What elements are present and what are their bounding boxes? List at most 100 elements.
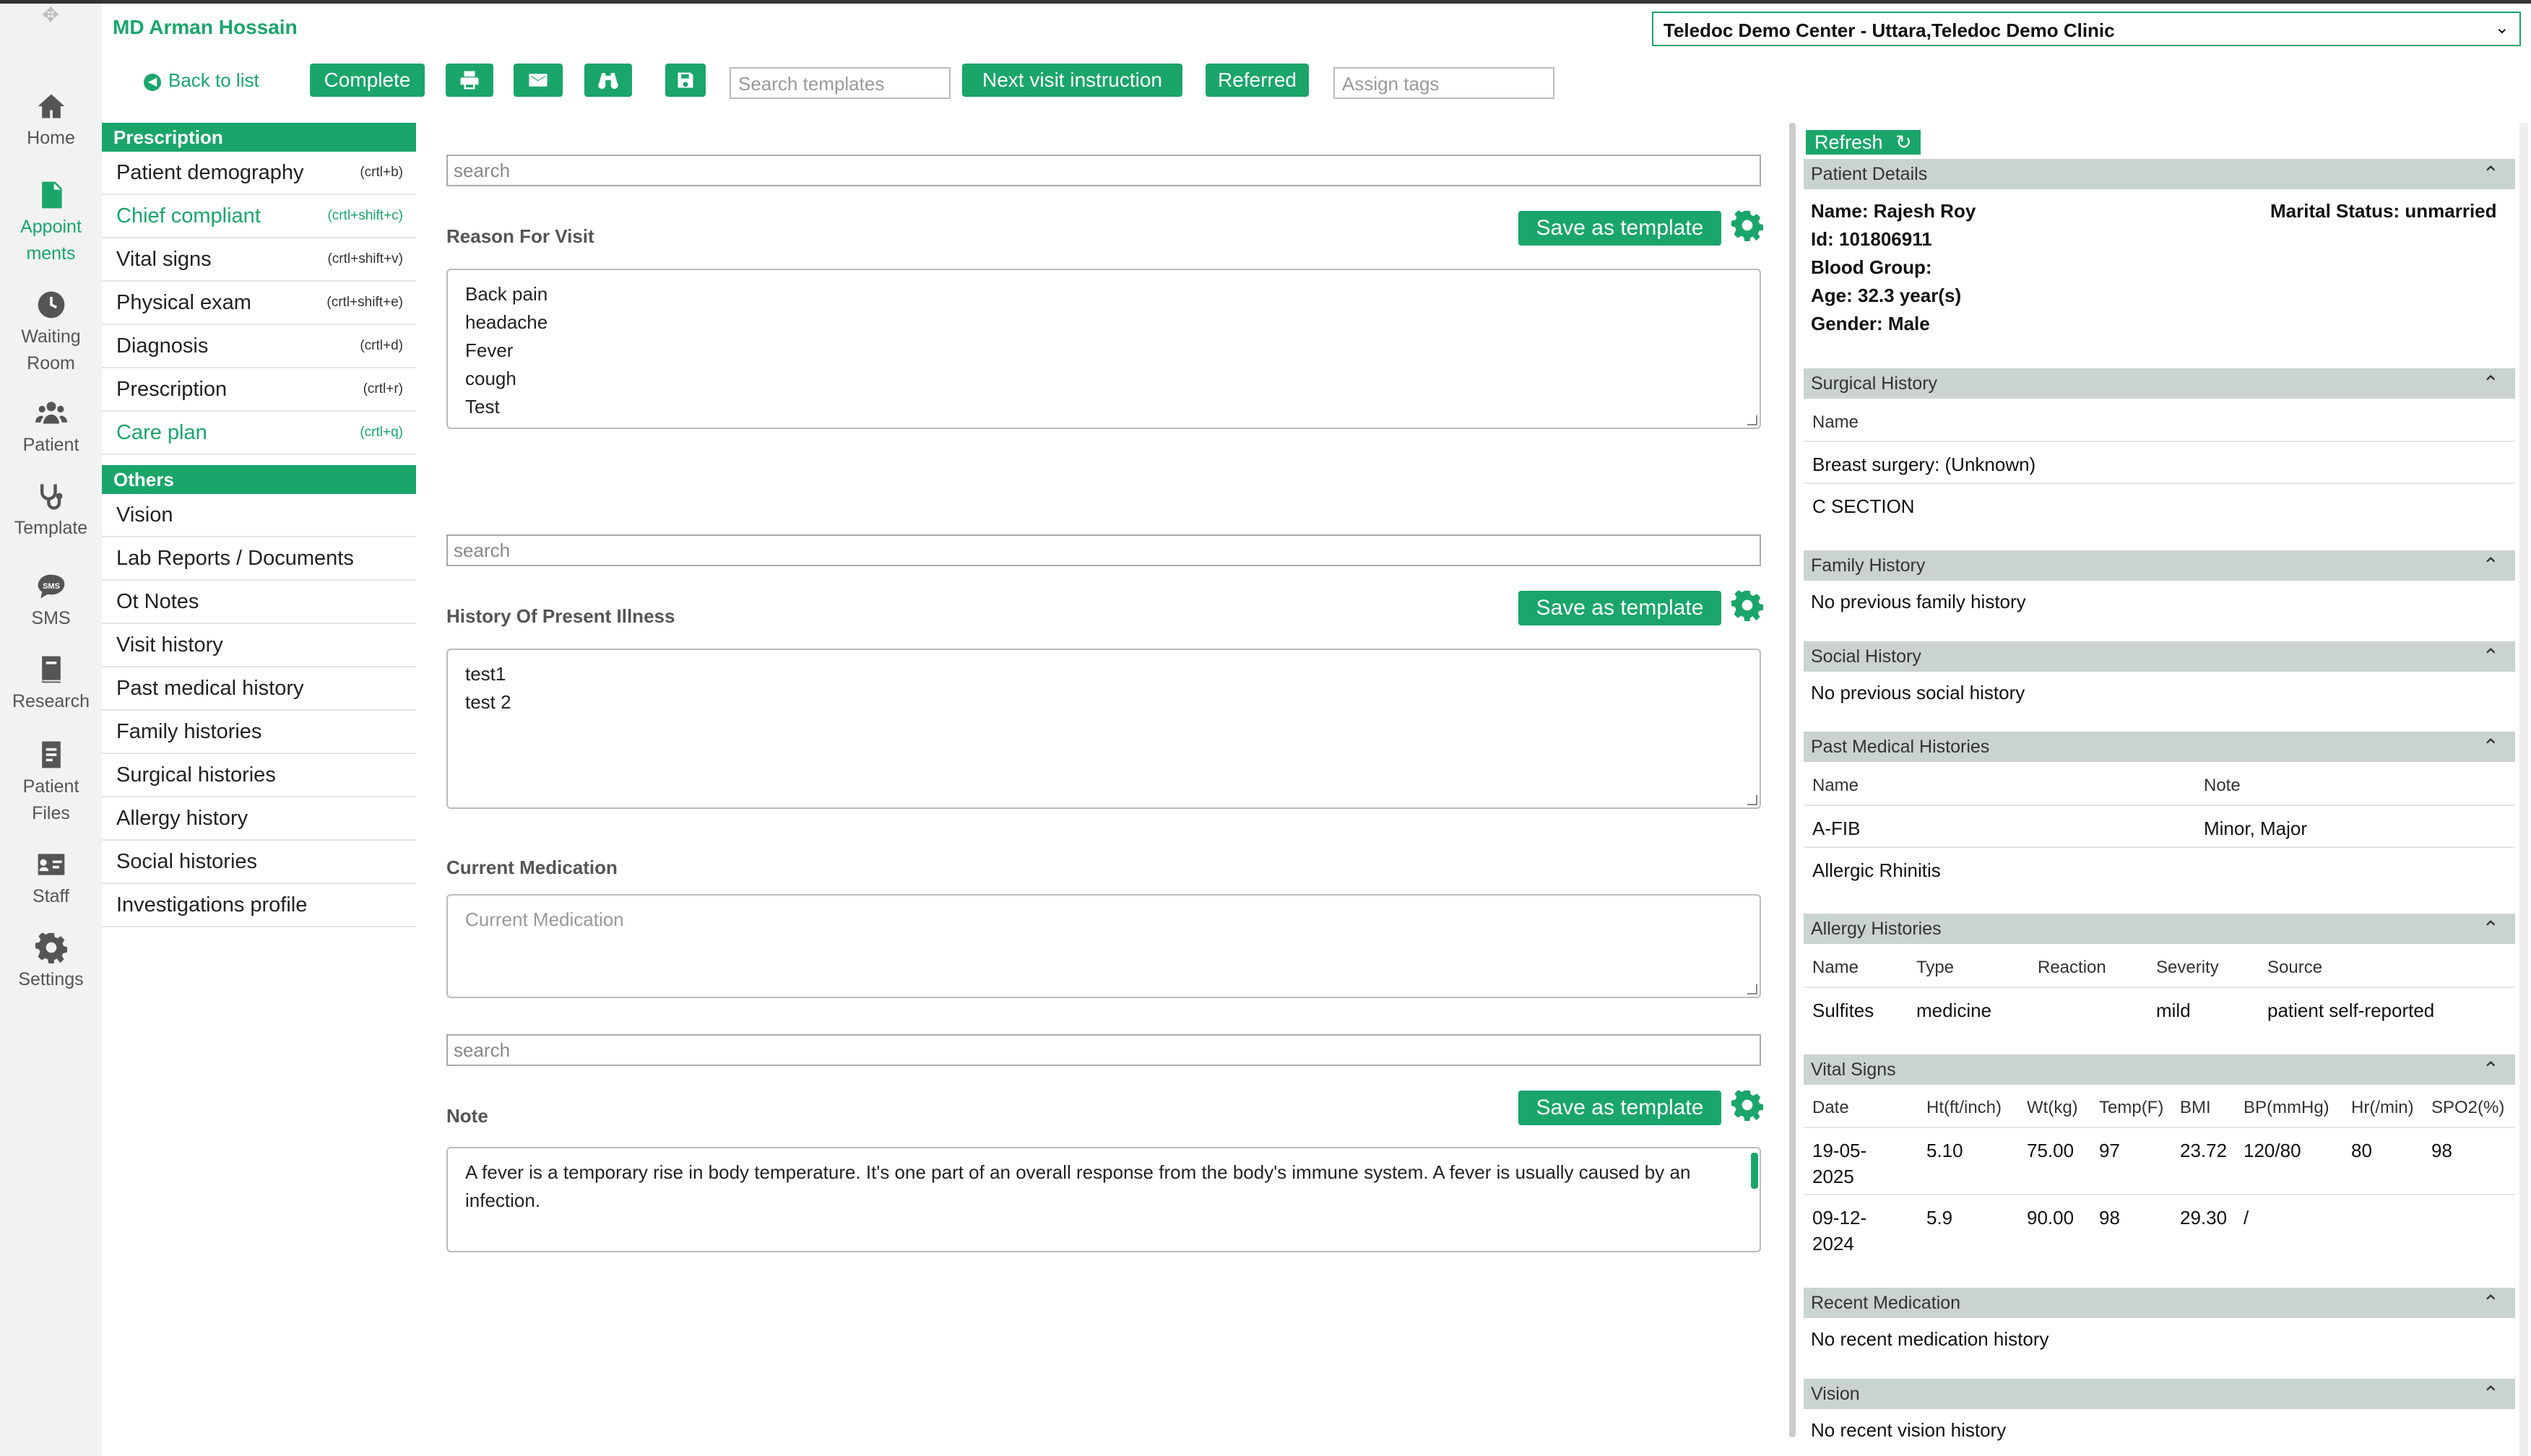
nav-item-chief-compliant[interactable]: Chief compliant (crtl+shift+c) — [102, 195, 416, 238]
nav-item-shortcut: (crtl+shift+e) — [326, 295, 403, 310]
reason-settings-button[interactable] — [1731, 209, 1763, 241]
nav-item-investigations-profile[interactable]: Investigations profile — [102, 884, 416, 927]
nav-item-allergy-history[interactable]: Allergy history — [102, 797, 416, 841]
note-settings-button[interactable] — [1731, 1089, 1763, 1121]
rail-item-patient-files[interactable]: Patient Files — [0, 739, 102, 827]
reason-save-template-button[interactable]: Save as template — [1518, 211, 1721, 246]
refresh-icon: ↻ — [1895, 131, 1912, 153]
toolbar: ◀ Back to list Complete Search templates … — [0, 64, 1589, 100]
surgical-history-header[interactable]: Surgical History ⌃ — [1804, 368, 2515, 399]
rail-item-template[interactable]: Template — [0, 480, 102, 542]
current-medication-textarea[interactable]: Current Medication — [446, 894, 1761, 998]
chevron-up-icon[interactable]: ⌃ — [2483, 550, 2499, 581]
chevron-up-icon[interactable]: ⌃ — [2483, 914, 2499, 944]
save-button[interactable] — [665, 64, 706, 97]
vital-signs-header-label: Vital Signs — [1811, 1060, 1896, 1080]
reason-search-input[interactable]: search — [446, 155, 1761, 186]
nav-item-prescription[interactable]: Prescription (crtl+r) — [102, 368, 416, 412]
search-templates-input[interactable]: Search templates — [730, 67, 951, 99]
complete-button[interactable]: Complete — [310, 64, 425, 97]
vitals-date: 09-12- — [1812, 1207, 1867, 1228]
nav-item-vital-signs[interactable]: Vital signs (crtl+shift+v) — [102, 238, 416, 282]
window-top-border — [0, 0, 2531, 4]
patient-marital-status: Marital Status: unmarried — [2270, 200, 2497, 222]
nav-item-label: Chief compliant — [116, 204, 261, 228]
past-medical-header[interactable]: Past Medical Histories ⌃ — [1804, 732, 2515, 762]
back-to-list-label: Back to list — [168, 69, 259, 91]
surgical-col-name: Name — [1812, 412, 1859, 432]
note-title: Note — [446, 1105, 488, 1127]
nav-item-family-histories[interactable]: Family histories — [102, 711, 416, 754]
rail-item-staff[interactable]: Staff — [0, 849, 102, 910]
rail-item-patient[interactable]: Patient — [0, 397, 102, 459]
email-button[interactable] — [514, 64, 563, 97]
hpi-save-template-button[interactable]: Save as template — [1518, 591, 1721, 625]
nav-item-label: Prescription — [116, 378, 228, 401]
rail-item-appoint-ments[interactable]: Appoint ments — [0, 179, 102, 267]
right-panel-scrollbar[interactable] — [2519, 123, 2528, 1456]
hpi-search-input[interactable]: search — [446, 534, 1761, 566]
chevron-up-icon[interactable]: ⌃ — [2483, 1288, 2499, 1318]
hpi-settings-button[interactable] — [1731, 589, 1763, 621]
social-history-header[interactable]: Social History ⌃ — [1804, 641, 2515, 672]
rail-item-sms[interactable]: SMS SMS — [0, 571, 102, 632]
rail-item-settings[interactable]: Settings — [0, 932, 102, 993]
hpi-textarea[interactable]: test1 test 2 — [446, 649, 1761, 809]
nav-item-physical-exam[interactable]: Physical exam (crtl+shift+e) — [102, 282, 416, 325]
nav-item-diagnosis[interactable]: Diagnosis (crtl+d) — [102, 325, 416, 368]
nav-item-shortcut: (crtl+shift+c) — [327, 208, 403, 223]
row-divider — [1804, 1127, 2515, 1128]
nav-item-care-plan[interactable]: Care plan (crtl+q) — [102, 412, 416, 455]
resize-handle[interactable] — [1747, 984, 1757, 994]
note-scrollbar[interactable] — [1751, 1153, 1758, 1189]
binoculars-button[interactable] — [584, 64, 632, 97]
note-save-template-button[interactable]: Save as template — [1518, 1091, 1721, 1125]
allergy-col: Severity — [2156, 958, 2219, 977]
recent-medication-header[interactable]: Recent Medication ⌃ — [1804, 1288, 2515, 1318]
reason-line: Back pain — [465, 283, 548, 305]
vitals-cell: 5.10 — [1926, 1140, 1963, 1161]
recent-medication-text: No recent medication history — [1811, 1328, 2049, 1350]
nav-item-past-medical-history[interactable]: Past medical history — [102, 667, 416, 711]
vital-signs-header[interactable]: Vital Signs ⌃ — [1804, 1054, 2515, 1085]
refresh-button[interactable]: Refresh ↻ — [1806, 130, 1921, 155]
chevron-up-icon[interactable]: ⌃ — [2483, 1379, 2499, 1409]
assign-tags-input[interactable]: Assign tags — [1333, 67, 1554, 99]
rail-item-waiting-room[interactable]: Waiting Room — [0, 289, 102, 377]
nav-item-social-histories[interactable]: Social histories — [102, 841, 416, 884]
allergy-histories-header[interactable]: Allergy Histories ⌃ — [1804, 914, 2515, 944]
nav-item-surgical-histories[interactable]: Surgical histories — [102, 754, 416, 797]
row-divider — [1804, 987, 2515, 988]
note-textarea[interactable]: A fever is a temporary rise in body temp… — [446, 1147, 1761, 1252]
reason-for-visit-title: Reason For Visit — [446, 225, 594, 247]
note-search-input[interactable]: search — [446, 1034, 1761, 1066]
main-scrollbar[interactable] — [1789, 123, 1796, 1437]
nav-header-others: Others — [102, 465, 416, 494]
rail-item-label: Patient — [22, 776, 79, 797]
chevron-up-icon[interactable]: ⌃ — [2483, 368, 2499, 399]
chevron-up-icon[interactable]: ⌃ — [2483, 732, 2499, 762]
resize-handle[interactable] — [1747, 415, 1757, 425]
nav-item-visit-history[interactable]: Visit history — [102, 624, 416, 667]
next-visit-instruction-button[interactable]: Next visit instruction — [962, 64, 1182, 97]
vitals-col: SPO2(%) — [2431, 1098, 2505, 1117]
reason-for-visit-textarea[interactable]: Back pain headache Fever cough Test — [446, 269, 1761, 429]
clinic-select[interactable]: Teledoc Demo Center - Uttara,Teledoc Dem… — [1652, 12, 2521, 46]
family-history-header[interactable]: Family History ⌃ — [1804, 550, 2515, 581]
nav-item-vision[interactable]: Vision — [102, 494, 416, 537]
rail-item-research[interactable]: Research — [0, 654, 102, 715]
patient-details-header[interactable]: Patient Details ⌃ — [1804, 159, 2515, 189]
nav-item-ot-notes[interactable]: Ot Notes — [102, 581, 416, 624]
allergy-col: Reaction — [2038, 958, 2106, 977]
chevron-up-icon[interactable]: ⌃ — [2483, 1054, 2499, 1085]
back-arrow-icon: ◀ — [144, 74, 161, 91]
print-button[interactable] — [446, 64, 493, 97]
nav-item-lab-reports-documents[interactable]: Lab Reports / Documents — [102, 537, 416, 581]
vision-header[interactable]: Vision ⌃ — [1804, 1379, 2515, 1409]
chevron-up-icon[interactable]: ⌃ — [2483, 159, 2499, 189]
resize-handle[interactable] — [1747, 795, 1757, 805]
back-to-list-link[interactable]: ◀ Back to list — [144, 69, 259, 92]
nav-item-patient-demography[interactable]: Patient demography (crtl+b) — [102, 152, 416, 195]
referred-button[interactable]: Referred — [1206, 64, 1309, 97]
chevron-up-icon[interactable]: ⌃ — [2483, 641, 2499, 672]
